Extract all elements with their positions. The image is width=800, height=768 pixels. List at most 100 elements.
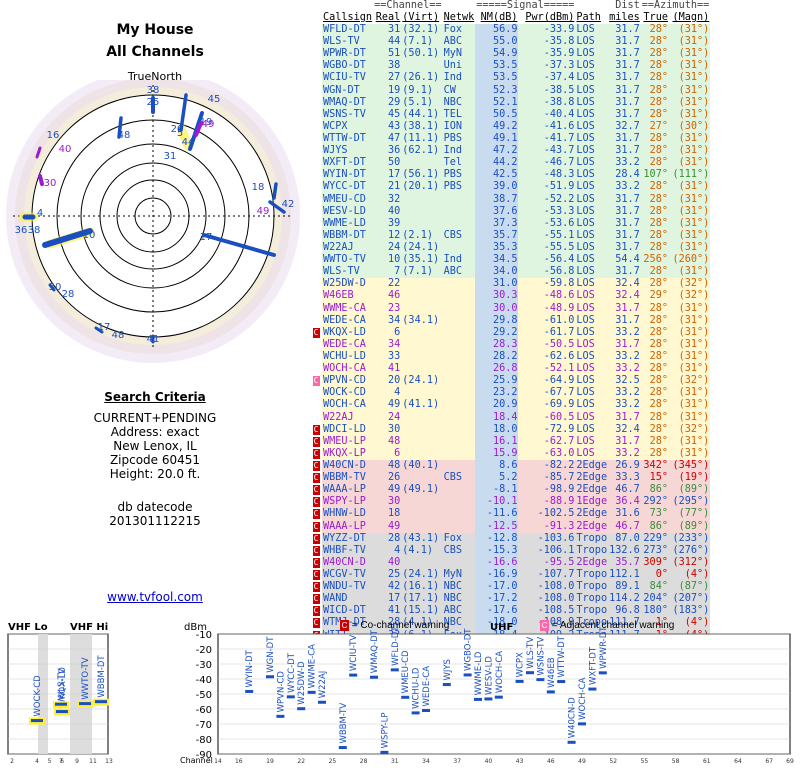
table-row[interactable]: C WAAA-LP 49 (49.1) -8.1 -98.9 2Edge 46.7 86° (89… xyxy=(310,484,711,497)
callsign-cell[interactable]: WLS-TV xyxy=(322,36,374,49)
callsign-cell[interactable]: WEDE-CA xyxy=(322,314,374,327)
table-row[interactable]: WSNS-TV 45 (44.1) TEL 50.5 -40.4 LOS 31.7 28° (31… xyxy=(310,108,711,121)
table-row[interactable]: W46EB 46 30.3 -48.6 LOS 32.4 29° (32°) xyxy=(310,290,711,303)
table-row[interactable]: WBBM-DT 12 (2.1) CBS 35.7 -55.1 LOS 31.7 28° (31°… xyxy=(310,229,711,242)
table-row[interactable]: C WDCI-LD 30 18.0 -72.9 LOS 32.4 28° (32°) xyxy=(310,423,711,436)
table-row[interactable]: WTTW-DT 47 (11.1) PBS 49.1 -41.7 LOS 31.7 28° (31… xyxy=(310,132,711,146)
callsign-cell[interactable]: WYCC-DT xyxy=(322,181,374,194)
callsign-cell[interactable]: WYZZ-DT xyxy=(322,532,374,545)
table-row[interactable]: C W40CN-D 48 (40.1) 8.6 -82.2 2Edge 26.9 342° (34… xyxy=(310,459,711,473)
callsign-cell[interactable]: WLS-TV xyxy=(322,266,374,279)
callsign-cell[interactable]: WBBM-TV xyxy=(322,472,374,485)
callsign-cell[interactable]: WEDE-CA xyxy=(322,338,374,351)
table-row[interactable]: WEDE-CA 34 (34.1) 29.8 -61.0 LOS 31.7 28° (31°) xyxy=(310,314,711,327)
callsign-cell[interactable]: WCPX xyxy=(322,120,374,133)
callsign-cell[interactable]: WKQX-LD xyxy=(322,326,374,339)
callsign-cell[interactable]: W25DW-D xyxy=(322,278,374,291)
table-row[interactable]: C WNDU-TV 42 (16.1) NBC -17.0 -108.0 Tropo 89.1 8… xyxy=(310,581,711,594)
table-row[interactable]: WESV-LD 40 37.6 -53.3 LOS 31.7 28° (31°) xyxy=(310,205,711,218)
table-row[interactable]: WCIU-TV 27 (26.1) Ind 53.5 -37.4 LOS 31.7 28° (31… xyxy=(310,72,711,85)
table-row[interactable]: C WKQX-LP 6 15.9 -63.0 LOS 33.2 28° (31°) xyxy=(310,447,711,460)
callsign-cell[interactable]: WKQX-LP xyxy=(322,447,374,460)
table-row[interactable]: WYIN-DT 17 (56.1) PBS 42.5 -48.3 LOS 28.4 107° (1… xyxy=(310,169,711,182)
table-row[interactable]: C WHNW-LD 18 -11.6 -102.5 2Edge 31.6 73° (77°) xyxy=(310,508,711,521)
callsign-cell[interactable]: WHBF-TV xyxy=(322,544,374,557)
table-row[interactable]: WWME-CA 23 30.0 -48.9 LOS 31.7 28° (31°) xyxy=(310,302,711,315)
callsign-cell[interactable]: W22AJ xyxy=(322,241,374,255)
table-row[interactable]: WOCK-CD 4 23.2 -67.7 LOS 33.2 28° (31°) xyxy=(310,387,711,400)
table-row[interactable]: WFLD-DT 31 (32.1) Fox 56.9 -33.9 LOS 31.7 28° (31… xyxy=(310,24,711,37)
table-row[interactable]: C WYZZ-DT 28 (43.1) Fox -12.8 -103.6 Tropo 87.0 2… xyxy=(310,532,711,545)
callsign-cell[interactable]: WWME-CA xyxy=(322,302,374,315)
callsign-cell[interactable]: WOCH-CA xyxy=(322,399,374,412)
callsign-cell[interactable]: WCIU-TV xyxy=(322,72,374,85)
table-row[interactable]: WJYS 36 (62.1) Ind 47.2 -43.7 LOS 31.7 28° (31°) xyxy=(310,145,711,158)
table-row[interactable]: C WSPY-LP 30 -10.1 -88.9 1Edge 36.4 292° (295°) xyxy=(310,496,711,509)
callsign-cell[interactable]: WFLD-DT xyxy=(322,24,374,37)
callsign-cell[interactable]: W46EB xyxy=(322,290,374,303)
callsign-cell[interactable]: W40CN-D xyxy=(322,459,374,473)
callsign-cell[interactable]: WTTW-DT xyxy=(322,132,374,146)
callsign-cell[interactable]: WCHU-LD xyxy=(322,350,374,364)
callsign-cell[interactable]: WMAQ-DT xyxy=(322,96,374,109)
table-row[interactable]: C WBBM-TV 26 CBS 5.2 -85.7 2Edge 33.3 15° (19°) xyxy=(310,472,711,485)
callsign-cell[interactable]: W40CN-D xyxy=(322,556,374,569)
table-row[interactable]: WWTO-TV 10 (35.1) Ind 34.5 -56.4 LOS 54.4 256° (2… xyxy=(310,254,711,267)
callsign-cell[interactable]: WMEU-LP xyxy=(322,435,374,448)
callsign-cell[interactable]: WSPY-LP xyxy=(322,496,374,509)
table-row[interactable]: C W40CN-D 40 -16.6 -95.5 2Edge 35.7 309° (312°) xyxy=(310,556,711,569)
table-row[interactable]: WMAQ-DT 29 (5.1) NBC 52.1 -38.8 LOS 31.7 28° (31°… xyxy=(310,96,711,109)
table-row[interactable]: C WKQX-LD 6 29.2 -61.7 LOS 33.2 28° (31°) xyxy=(310,326,711,339)
table-row[interactable]: WLS-TV 44 (7.1) ABC 55.0 -35.8 LOS 31.7 28° (31°) xyxy=(310,36,711,49)
table-row[interactable]: C WHBF-TV 4 (4.1) CBS -15.3 -106.1 Tropo 132.6 27… xyxy=(310,544,711,557)
callsign-cell[interactable]: WOCH-CA xyxy=(322,363,374,376)
table-row[interactable]: WGBO-DT 38 Uni 53.5 -37.3 LOS 31.7 28° (31°) xyxy=(310,60,711,73)
table-row[interactable]: WEDE-CA 34 28.3 -50.5 LOS 31.7 28° (31°) xyxy=(310,338,711,351)
callsign-cell[interactable]: WHNW-LD xyxy=(322,508,374,521)
table-row[interactable]: WGN-DT 19 (9.1) CW 52.3 -38.5 LOS 31.7 28° (31°) xyxy=(310,84,711,97)
callsign-cell[interactable]: WWME-LD xyxy=(322,217,374,230)
callsign-cell[interactable]: WCGV-TV xyxy=(322,568,374,582)
table-row[interactable]: C WCGV-TV 25 (24.1) MyN -16.9 -107.7 Tropo 112.1… xyxy=(310,568,711,582)
callsign-cell[interactable]: W22AJ xyxy=(322,411,374,424)
callsign-cell[interactable]: WAAA-LP xyxy=(322,520,374,533)
table-row[interactable]: WMEU-CD 32 38.7 -52.2 LOS 31.7 28° (31°) xyxy=(310,193,711,206)
callsign-cell[interactable]: WOCK-CD xyxy=(322,387,374,400)
callsign-cell[interactable]: WPWR-DT xyxy=(322,48,374,61)
callsign-cell[interactable]: WBBM-DT xyxy=(322,229,374,242)
table-row[interactable]: WYCC-DT 21 (20.1) PBS 39.0 -51.9 LOS 33.2 28° (31… xyxy=(310,181,711,194)
table-row[interactable]: WPWR-DT 51 (50.1) MyN 54.9 -35.9 LOS 31.7 28° (31… xyxy=(310,48,711,61)
callsign-cell[interactable]: WSNS-TV xyxy=(322,108,374,121)
table-row[interactable]: W22AJ 24 18.4 -60.5 LOS 31.7 28° (31°) xyxy=(310,411,711,424)
table-row[interactable]: W25DW-D 22 31.0 -59.8 LOS 32.4 28° (32°) xyxy=(310,278,711,291)
polar-label: 45 xyxy=(208,94,221,105)
table-row[interactable]: WCHU-LD 33 28.2 -62.6 LOS 33.2 28° (31°) xyxy=(310,350,711,364)
callsign-cell[interactable]: WPVN-CD xyxy=(322,375,374,388)
nm-cell: 5.2 xyxy=(475,472,519,485)
table-row[interactable]: WCPX 43 (38.1) ION 49.2 -41.6 LOS 32.7 27° (30°) xyxy=(310,120,711,133)
tvfool-link[interactable]: www.tvfool.com xyxy=(0,590,310,604)
table-row[interactable]: C WAND 17 (17.1) NBC -17.2 -108.0 Tropo 114.2 204… xyxy=(310,593,711,606)
azimuth-true-cell: 28° xyxy=(640,241,669,255)
callsign-cell[interactable]: WNDU-TV xyxy=(322,581,374,594)
table-row[interactable]: W22AJ 24 (24.1) 35.3 -55.5 LOS 31.7 28° (31°) xyxy=(310,241,711,255)
callsign-cell[interactable]: WMEU-CD xyxy=(322,193,374,206)
callsign-cell[interactable]: WXFT-DT xyxy=(322,157,374,170)
table-row[interactable]: WLS-TV 7 (7.1) ABC 34.0 -56.8 LOS 31.7 28° (31°) xyxy=(310,266,711,279)
table-row[interactable]: WOCH-CA 41 26.8 -52.1 LOS 33.2 28° (31°) xyxy=(310,363,711,376)
callsign-cell[interactable]: WWTO-TV xyxy=(322,254,374,267)
callsign-cell[interactable]: WESV-LD xyxy=(322,205,374,218)
table-row[interactable]: C WAAA-LP 49 -12.5 -91.3 2Edge 46.7 86° (89°) xyxy=(310,520,711,533)
table-row[interactable]: WWME-LD 39 37.3 -53.6 LOS 31.7 28° (31°) xyxy=(310,217,711,230)
table-row[interactable]: WXFT-DT 50 Tel 44.2 -46.7 LOS 33.2 28° (31°) xyxy=(310,157,711,170)
callsign-cell[interactable]: WGN-DT xyxy=(322,84,374,97)
table-row[interactable]: C WPVN-CD 20 (24.1) 25.9 -64.9 LOS 32.5 28° (32°) xyxy=(310,375,711,388)
callsign-cell[interactable]: WAND xyxy=(322,593,374,606)
table-row[interactable]: WOCH-CA 49 (41.1) 20.9 -69.9 LOS 33.2 28° (31°) xyxy=(310,399,711,412)
callsign-cell[interactable]: WYIN-DT xyxy=(322,169,374,182)
table-row[interactable]: C WMEU-LP 48 16.1 -62.7 LOS 31.7 28° (31°) xyxy=(310,435,711,448)
callsign-cell[interactable]: WJYS xyxy=(322,145,374,158)
callsign-cell[interactable]: WAAA-LP xyxy=(322,484,374,497)
callsign-cell[interactable]: WDCI-LD xyxy=(322,423,374,436)
callsign-cell[interactable]: WGBO-DT xyxy=(322,60,374,73)
